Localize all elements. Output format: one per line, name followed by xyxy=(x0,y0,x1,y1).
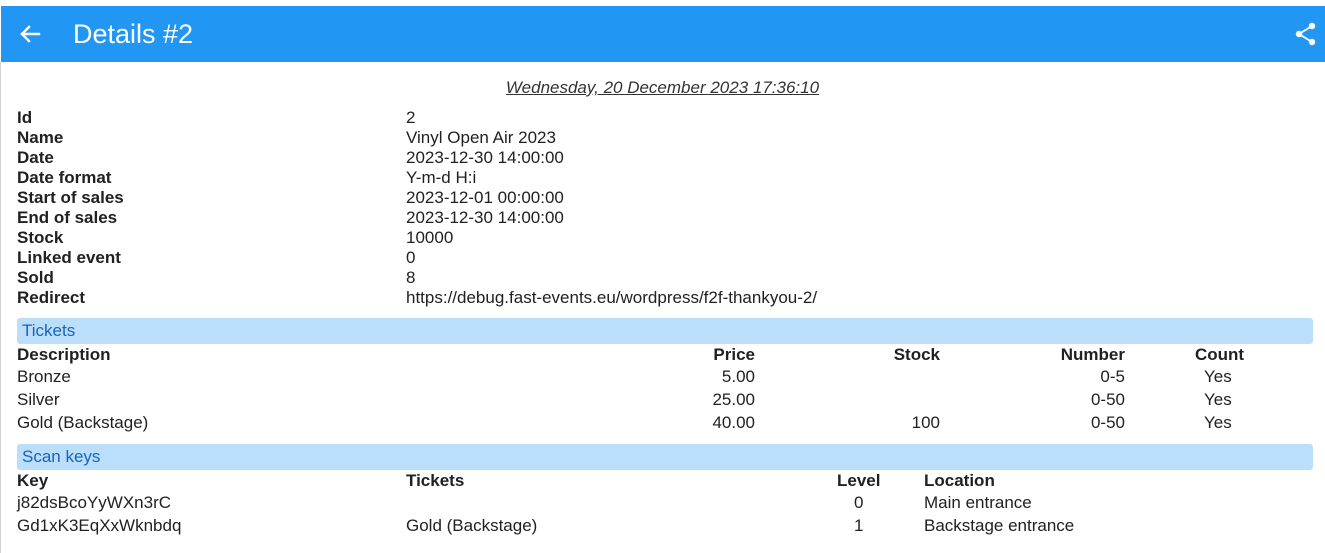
col-stock: Stock xyxy=(893,345,940,364)
col-key: Key xyxy=(17,471,49,490)
ticket-price: 40.00 xyxy=(712,413,755,432)
ticket-row: Silver 25.00 0-50 Yes xyxy=(17,388,1313,411)
detail-key: Stock xyxy=(17,228,64,247)
left-border xyxy=(0,62,1,553)
ticket-count: Yes xyxy=(1204,390,1232,409)
scan-key: j82dsBcoYyWXn3rC xyxy=(17,493,172,512)
scan-keys-section-header: Scan keys xyxy=(17,444,1313,470)
col-count: Count xyxy=(1195,345,1245,364)
scan-key-row: Gd1xK3EqXxWknbdq Gold (Backstage) 1 Backsta… xyxy=(17,514,1313,537)
scan-key: Gd1xK3EqXxWknbdq xyxy=(17,516,182,535)
col-description: Description xyxy=(17,345,111,364)
ticket-price: 5.00 xyxy=(721,367,755,386)
detail-key: Start of sales xyxy=(17,188,124,207)
detail-value: 2023-12-30 14:00:00 xyxy=(406,148,564,167)
scan-key-level: 1 xyxy=(854,516,864,535)
tickets-table: Description Price Stock Number Count Bro… xyxy=(17,345,1313,434)
ticket-number: 0-5 xyxy=(1100,367,1125,386)
scan-keys-header-row: Key Tickets Level Location xyxy=(17,471,1313,491)
tickets-section-header: Tickets xyxy=(17,318,1313,344)
ticket-description: Bronze xyxy=(17,367,71,386)
detail-key: Redirect xyxy=(17,288,86,307)
page-title: Details #2 xyxy=(73,19,194,49)
detail-value: Y-m-d H:i xyxy=(406,168,477,187)
ticket-row: Gold (Backstage) 40.00 100 0-50 Yes xyxy=(17,411,1313,434)
ticket-stock: 100 xyxy=(911,413,940,432)
scan-key-location: Backstage entrance xyxy=(924,516,1075,535)
detail-key: Date xyxy=(17,148,54,167)
ticket-description: Silver xyxy=(17,390,60,409)
detail-key: Sold xyxy=(17,268,54,287)
detail-key: Date format xyxy=(17,168,112,187)
tickets-header-row: Description Price Stock Number Count xyxy=(17,345,1313,365)
col-location: Location xyxy=(924,471,995,490)
detail-value: 8 xyxy=(406,268,416,287)
detail-value: 2023-12-01 00:00:00 xyxy=(406,188,564,207)
ticket-price: 25.00 xyxy=(712,390,755,409)
detail-key: Id xyxy=(17,108,33,127)
detail-value: 0 xyxy=(406,248,416,267)
scan-key-row: j82dsBcoYyWXn3rC 0 Main entrance xyxy=(17,491,1313,514)
detail-value: 2023-12-30 14:00:00 xyxy=(406,208,564,227)
scan-keys-section-title: Scan keys xyxy=(22,447,101,466)
ticket-description: Gold (Backstage) xyxy=(17,413,149,432)
ticket-count: Yes xyxy=(1204,413,1232,432)
ticket-number: 0-50 xyxy=(1090,413,1125,432)
scan-key-location: Main entrance xyxy=(924,493,1032,512)
detail-value: https://debug.fast-events.eu/wordpress/f… xyxy=(406,288,818,307)
ticket-count: Yes xyxy=(1204,367,1232,386)
scan-keys-table: Key Tickets Level Location j82dsBcoYyWXn… xyxy=(17,471,1313,537)
ticket-number: 0-50 xyxy=(1090,390,1125,409)
scan-key-level: 0 xyxy=(854,493,864,512)
detail-value: Vinyl Open Air 2023 xyxy=(406,128,556,147)
detail-key: Name xyxy=(17,128,64,147)
scan-key-tickets: Gold (Backstage) xyxy=(406,516,538,535)
col-tickets: Tickets xyxy=(406,471,465,490)
ticket-row: Bronze 5.00 0-5 Yes xyxy=(17,365,1313,388)
col-price: Price xyxy=(713,345,755,364)
tickets-section-title: Tickets xyxy=(22,321,76,340)
app-bar: Details #2 xyxy=(1,6,1325,62)
detail-key: Linked event xyxy=(17,248,121,267)
detail-key: End of sales xyxy=(17,208,118,227)
share-icon[interactable] xyxy=(1293,21,1319,47)
col-level: Level xyxy=(837,471,881,490)
detail-value: 10000 xyxy=(406,228,454,247)
arrow-left-icon[interactable] xyxy=(17,22,43,46)
col-number: Number xyxy=(1060,345,1125,364)
detail-value: 2 xyxy=(406,108,416,127)
timestamp: Wednesday, 20 December 2023 17:36:10 xyxy=(505,78,820,97)
